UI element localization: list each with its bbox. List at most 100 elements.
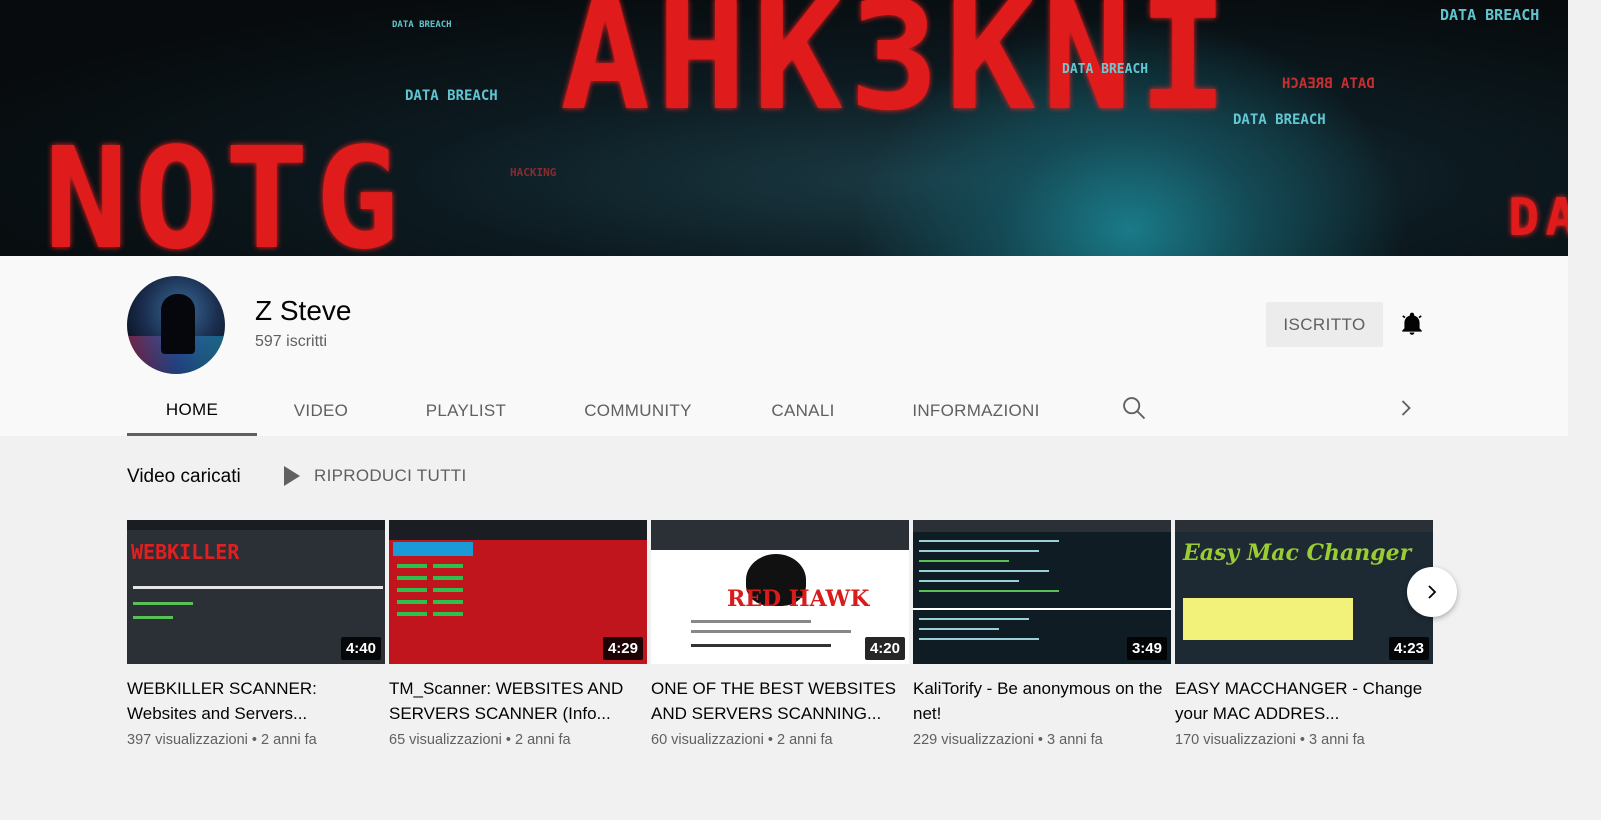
meta-separator: • [763,732,777,748]
channel-banner: AHK3KNI NOTG DA DATA BREACH DATA BREACH … [0,0,1568,256]
play-all-label: RIPRODUCI TUTTI [314,466,467,485]
banner-tag: DATA BREACH [392,20,452,30]
banner-tag: DATA BREACH [1233,112,1326,128]
thumbnail-line [919,550,1039,552]
video-meta: 60 visualizzazioni • 2 anni fa [651,732,909,748]
thumbnail-line [397,576,427,580]
thumbnail-line [919,590,1059,592]
thumbnail-line [397,612,427,616]
view-count: 229 visualizzazioni [913,732,1034,748]
video-duration: 4:23 [1388,637,1429,660]
thumbnail-line [919,618,1029,620]
subscriber-count: 597 iscritti [255,333,328,350]
video-title[interactable]: EASY MACCHANGER - Change your MAC ADDRES… [1175,676,1433,726]
tab-community[interactable]: COMMUNITY [570,386,706,436]
tab-video[interactable]: VIDEO [277,386,365,436]
video-duration: 4:29 [602,637,643,660]
video-card[interactable]: 3:49 KaliTorify - Be anonymous on the ne… [913,520,1171,748]
video-duration: 4:20 [864,637,905,660]
tab-canali[interactable]: CANALI [755,386,851,436]
tab-informazioni[interactable]: INFORMAZIONI [900,386,1052,436]
thumbnail-line [919,560,1009,562]
thumbnail-text: RED HAWK [727,586,870,612]
play-icon [284,466,300,486]
tab-home[interactable]: HOME [127,386,257,436]
meta-separator: • [1033,732,1048,748]
upload-age: 2 anni fa [514,732,571,748]
upload-age: 3 anni fa [1047,732,1103,748]
thumbnail-text: Easy Mac Changer [1183,540,1412,566]
thumbnail-line [397,564,427,568]
channel-avatar[interactable] [127,276,225,374]
banner-pixel-text-right: DA [1508,188,1568,248]
banner-tag-mirrored: DATA BREACH [1282,76,1375,92]
thumbnail-highlight [1183,598,1353,640]
video-thumbnail[interactable]: Easy Mac Changer 4:23 [1175,520,1433,664]
thumbnail-line [433,576,463,580]
thumbnail-terminal-bar [913,520,1171,532]
banner-pixel-text-left: NOTG [44,118,406,257]
thumbnail-line [133,586,383,589]
upload-age: 3 anni fa [1309,732,1365,748]
view-count: 65 visualizzazioni [389,732,502,748]
chevron-right-icon[interactable] [1392,394,1420,422]
video-thumbnail[interactable]: WEBKILLER 4:40 [127,520,385,664]
video-duration: 4:40 [340,637,381,660]
video-thumbnail[interactable]: RED HAWK 4:20 [651,520,909,664]
video-card[interactable]: WEBKILLER 4:40 WEBKILLER SCANNER: Websit… [127,520,385,748]
thumbnail-terminal-bar [389,520,647,540]
play-all-button[interactable]: RIPRODUCI TUTTI [280,466,466,486]
thumbnail-line [919,580,1019,582]
banner-tag: DATA BREACH [405,88,498,104]
video-meta: 229 visualizzazioni • 3 anni fa [913,732,1171,748]
banner-tag: DATA BREACH [1440,6,1540,24]
video-card[interactable]: 4:29 TM_Scanner: WEBSITES AND SERVERS SC… [389,520,647,748]
video-title[interactable]: TM_Scanner: WEBSITES AND SERVERS SCANNER… [389,676,647,726]
banner-tag: HACKING [510,166,557,179]
view-count: 60 visualizzazioni [651,732,764,748]
video-meta: 170 visualizzazioni • 3 anni fa [1175,732,1433,748]
section-title: Video caricati [127,466,241,487]
video-duration: 3:49 [1126,637,1167,660]
video-thumbnail[interactable]: 4:29 [389,520,647,664]
thumbnail-line [919,628,999,630]
meta-separator: • [1295,732,1310,748]
thumbnail-line [133,616,173,619]
thumbnail-banner [393,542,473,556]
avatar-hooded-figure [161,294,195,354]
banner-tag: DATA BREACH [1062,62,1149,77]
thumbnail-text: WEBKILLER [131,540,240,564]
thumbnail-line [919,540,1059,542]
video-thumbnail[interactable]: 3:49 [913,520,1171,664]
thumbnail-divider [913,608,1171,610]
video-card[interactable]: Easy Mac Changer 4:23 EASY MACCHANGER - … [1175,520,1433,748]
search-icon[interactable] [1120,394,1148,422]
view-count: 397 visualizzazioni [127,732,248,748]
thumbnail-line [691,620,811,623]
upload-age: 2 anni fa [261,732,317,748]
thumbnail-line [433,564,463,568]
thumbnail-line [397,600,427,604]
chevron-right-icon [1428,585,1437,599]
thumbnail-line [397,588,427,592]
video-title[interactable]: WEBKILLER SCANNER: Websites and Servers.… [127,676,385,726]
video-card[interactable]: RED HAWK 4:20 ONE OF THE BEST WEBSITES A… [651,520,909,748]
channel-name: Z Steve [255,295,352,326]
thumbnail-browser-bar [651,520,909,550]
subscribed-button[interactable]: ISCRITTO [1266,302,1383,347]
thumbnail-line [919,638,1039,640]
thumbnail-terminal-bar [1175,520,1433,532]
view-count: 170 visualizzazioni [1175,732,1296,748]
bell-icon[interactable] [1396,308,1428,340]
video-meta: 397 visualizzazioni • 2 anni fa [127,732,385,748]
thumbnail-line [433,588,463,592]
video-meta: 65 visualizzazioni • 2 anni fa [389,732,647,748]
thumbnail-line [133,602,193,605]
thumbnail-line [433,612,463,616]
video-title[interactable]: KaliTorify - Be anonymous on the net! [913,676,1171,726]
channel-tabs: HOME VIDEO PLAYLIST COMMUNITY CANALI INF… [127,386,1437,436]
thumbnail-line [691,630,851,633]
video-title[interactable]: ONE OF THE BEST WEBSITES AND SERVERS SCA… [651,676,909,726]
carousel-next-button[interactable] [1407,567,1457,617]
tab-playlist[interactable]: PLAYLIST [409,386,523,436]
